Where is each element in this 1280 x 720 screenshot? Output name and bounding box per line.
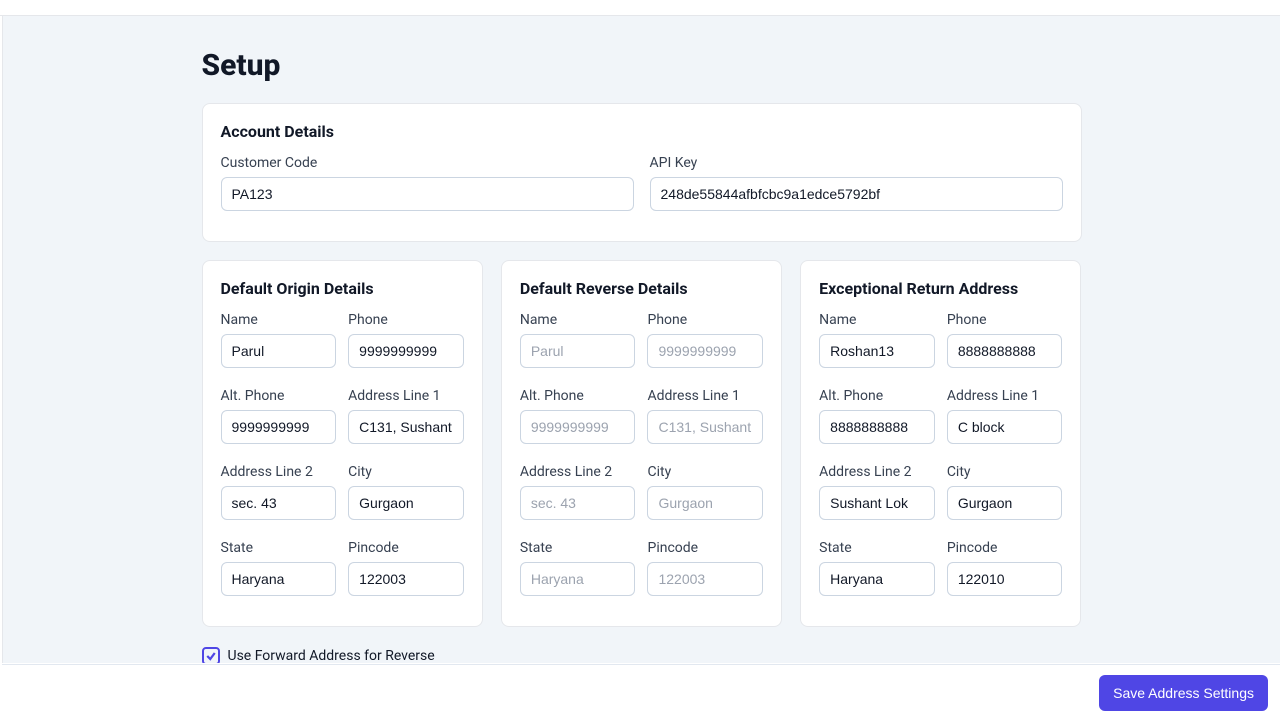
exceptional-pincode-input[interactable]: [947, 562, 1063, 596]
exceptional-addr1-label: Address Line 1: [947, 388, 1063, 404]
origin-city-label: City: [348, 464, 464, 480]
origin-alt-phone-label: Alt. Phone: [221, 388, 337, 404]
exceptional-alt-phone-label: Alt. Phone: [819, 388, 935, 404]
origin-alt-phone-input[interactable]: [221, 410, 337, 444]
exceptional-addr2-label: Address Line 2: [819, 464, 935, 480]
reverse-pincode-label: Pincode: [647, 540, 763, 556]
customer-code-label: Customer Code: [221, 155, 634, 171]
origin-addr2-label: Address Line 2: [221, 464, 337, 480]
footer-bar: Save Address Settings: [2, 664, 1280, 720]
exceptional-phone-input[interactable]: [947, 334, 1063, 368]
exceptional-pincode-label: Pincode: [947, 540, 1063, 556]
api-key-label: API Key: [650, 155, 1063, 171]
reverse-addr1-label: Address Line 1: [647, 388, 763, 404]
account-details-card: Account Details Customer Code API Key: [202, 103, 1082, 242]
reverse-pincode-input: [647, 562, 763, 596]
reverse-name-input: [520, 334, 636, 368]
reverse-alt-phone-label: Alt. Phone: [520, 388, 636, 404]
use-forward-checkbox[interactable]: [202, 647, 220, 663]
use-forward-label: Use Forward Address for Reverse: [228, 648, 435, 663]
reverse-details-card: Default Reverse Details Name Phone Alt. …: [501, 260, 782, 627]
reverse-state-label: State: [520, 540, 636, 556]
origin-section-title: Default Origin Details: [221, 279, 464, 298]
origin-name-input[interactable]: [221, 334, 337, 368]
reverse-city-label: City: [647, 464, 763, 480]
origin-phone-label: Phone: [348, 312, 464, 328]
reverse-addr1-input: [647, 410, 763, 444]
origin-addr1-label: Address Line 1: [348, 388, 464, 404]
reverse-phone-input: [647, 334, 763, 368]
customer-code-input[interactable]: [221, 177, 634, 211]
exceptional-section-title: Exceptional Return Address: [819, 279, 1062, 298]
account-section-title: Account Details: [221, 122, 1063, 141]
page-body: Setup Account Details Customer Code API …: [2, 16, 1280, 663]
reverse-section-title: Default Reverse Details: [520, 279, 763, 298]
origin-addr1-input[interactable]: [348, 410, 464, 444]
origin-state-input[interactable]: [221, 562, 337, 596]
exceptional-state-label: State: [819, 540, 935, 556]
origin-name-label: Name: [221, 312, 337, 328]
reverse-phone-label: Phone: [647, 312, 763, 328]
reverse-name-label: Name: [520, 312, 636, 328]
exceptional-alt-phone-input[interactable]: [819, 410, 935, 444]
origin-addr2-input[interactable]: [221, 486, 337, 520]
origin-city-input[interactable]: [348, 486, 464, 520]
exceptional-name-input[interactable]: [819, 334, 935, 368]
reverse-state-input: [520, 562, 636, 596]
origin-phone-input[interactable]: [348, 334, 464, 368]
origin-pincode-label: Pincode: [348, 540, 464, 556]
origin-details-card: Default Origin Details Name Phone Alt. P…: [202, 260, 483, 627]
api-key-input[interactable]: [650, 177, 1063, 211]
exceptional-address-card: Exceptional Return Address Name Phone Al…: [800, 260, 1081, 627]
exceptional-state-input[interactable]: [819, 562, 935, 596]
exceptional-addr2-input[interactable]: [819, 486, 935, 520]
top-bar: [0, 0, 1280, 16]
reverse-city-input: [647, 486, 763, 520]
exceptional-addr1-input[interactable]: [947, 410, 1063, 444]
exceptional-city-label: City: [947, 464, 1063, 480]
origin-state-label: State: [221, 540, 337, 556]
exceptional-name-label: Name: [819, 312, 935, 328]
reverse-alt-phone-input: [520, 410, 636, 444]
save-address-settings-button[interactable]: Save Address Settings: [1099, 675, 1268, 711]
reverse-addr2-input: [520, 486, 636, 520]
reverse-addr2-label: Address Line 2: [520, 464, 636, 480]
exceptional-city-input[interactable]: [947, 486, 1063, 520]
origin-pincode-input[interactable]: [348, 562, 464, 596]
exceptional-phone-label: Phone: [947, 312, 1063, 328]
check-icon: [205, 650, 217, 662]
page-title: Setup: [202, 48, 1082, 83]
